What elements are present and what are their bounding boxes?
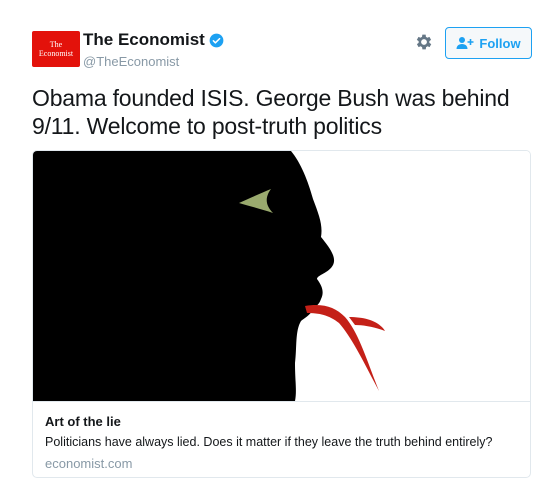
follow-label: Follow xyxy=(479,35,521,51)
account-names: The Economist @TheEconomist xyxy=(83,30,224,69)
display-name-link[interactable]: The Economist xyxy=(83,30,224,50)
avatar-logo-line1: The xyxy=(49,40,63,49)
display-name: The Economist xyxy=(83,30,205,49)
tweet: The Economist The Economist @TheEconomis… xyxy=(0,0,560,488)
card-domain: economist.com xyxy=(45,456,133,471)
avatar-logo-line2: Economist xyxy=(38,49,74,58)
link-card[interactable]: Art of the lie Politicians have always l… xyxy=(32,150,531,478)
card-description: Politicians have always lied. Does it ma… xyxy=(45,435,493,449)
card-body: Art of the lie Politicians have always l… xyxy=(33,401,530,477)
card-illustration xyxy=(33,151,530,401)
add-user-icon xyxy=(456,37,474,49)
gear-icon[interactable] xyxy=(414,32,434,52)
handle[interactable]: @TheEconomist xyxy=(83,54,224,69)
verified-badge-icon xyxy=(209,33,224,47)
avatar[interactable]: The Economist xyxy=(32,31,80,67)
tweet-text: Obama founded ISIS. George Bush was behi… xyxy=(32,85,510,139)
follow-button[interactable]: Follow xyxy=(445,27,532,59)
card-title: Art of the lie xyxy=(45,414,121,429)
